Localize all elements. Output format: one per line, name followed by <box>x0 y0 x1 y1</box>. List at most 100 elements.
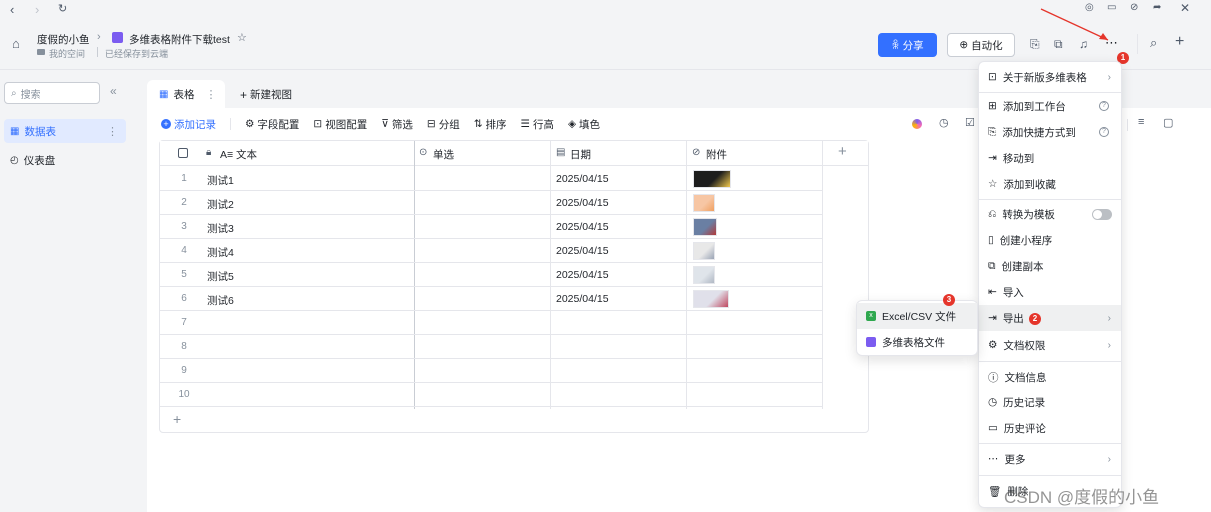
text-cell[interactable]: 测试3 <box>207 221 234 236</box>
sidebar-item-dashboard[interactable]: ◴ 仪表盘 <box>4 149 126 171</box>
history-icon[interactable]: ◷ <box>939 116 949 129</box>
column-header-date[interactable]: 日期 <box>570 147 591 162</box>
share-arrow-icon[interactable]: ➦ <box>1153 2 1161 13</box>
view-config-icon: ⊡ <box>313 118 323 130</box>
attachment-thumbnail[interactable] <box>693 218 717 236</box>
date-cell[interactable]: 2025/04/15 <box>556 245 609 257</box>
fill-color-button[interactable]: ◈ 填色 <box>568 117 600 132</box>
filter-icon: ⊽ <box>381 118 389 130</box>
user-share-icon: ꆜ <box>891 40 900 52</box>
date-cell[interactable]: 2025/04/15 <box>556 173 609 185</box>
new-view-button[interactable]: + 新建视图 <box>240 87 292 102</box>
menu-item-add-shortcut[interactable]: ⎘ 添加快捷方式到? <box>979 119 1121 145</box>
doc-title[interactable]: 多维表格附件下载test <box>129 32 230 47</box>
add-icon[interactable]: + <box>1175 33 1184 51</box>
menu-item-history[interactable]: ◷ 历史记录 <box>979 389 1121 415</box>
table-row[interactable]: 1 测试1 2025/04/15 <box>160 167 823 191</box>
table-row[interactable]: 10 <box>160 383 823 407</box>
export-bitable-file[interactable]: 多维表格文件 <box>857 329 977 355</box>
divider <box>1137 34 1138 54</box>
sidebar-item-datatable[interactable]: ▦ 数据表 ⋮ <box>4 119 126 143</box>
attachment-thumbnail[interactable] <box>693 170 731 188</box>
column-header-attachment[interactable]: 附件 <box>706 147 727 162</box>
attachment-thumbnail[interactable] <box>693 194 715 212</box>
date-cell[interactable]: 2025/04/15 <box>556 269 609 281</box>
share-button[interactable]: ꆜ 分享 <box>878 33 937 57</box>
menu-item-move[interactable]: ⇥ 移动到 <box>979 145 1121 171</box>
menu-item-permission[interactable]: ⚙ 文档权限 › <box>979 332 1121 358</box>
row-height-button[interactable]: ☰ 行高 <box>521 117 554 132</box>
menu-item-to-template[interactable]: ⎌ 转换为模板 <box>979 201 1121 227</box>
close-icon[interactable]: ✕ <box>1180 1 1190 15</box>
field-config-button[interactable]: ⚙ 字段配置 <box>245 117 299 132</box>
breadcrumb-user[interactable]: 度假的小鱼 <box>37 32 90 47</box>
filter-button[interactable]: ⊽ 筛选 <box>381 117 413 132</box>
column-header-text[interactable]: A≡ 文本 <box>220 147 257 162</box>
chevron-right-icon: › <box>1107 339 1111 351</box>
star-icon: ☆ <box>988 178 998 190</box>
column-header-select[interactable]: 单选 <box>433 147 454 162</box>
table-row[interactable]: 9 <box>160 359 823 383</box>
star-icon[interactable]: ☆ <box>237 31 247 44</box>
add-column-icon[interactable]: + <box>838 143 847 160</box>
attachment-thumbnail[interactable] <box>693 242 715 260</box>
menu-item-add-workbench[interactable]: ⊞ 添加到工作台? <box>979 93 1121 119</box>
space-label[interactable]: 我的空间 <box>49 47 85 60</box>
menu-item-about[interactable]: ⊡ 关于新版多维表格 › <box>979 64 1121 90</box>
link-icon[interactable]: ⊘ <box>1130 2 1138 13</box>
tab-menu-icon[interactable]: ⋮ <box>205 88 216 101</box>
menu-item-mini-program[interactable]: ▯ 创建小程序 <box>979 227 1121 253</box>
forward-icon[interactable]: › <box>35 2 39 17</box>
tab-table[interactable]: ▦ 表格 ⋮ <box>147 80 225 108</box>
home-icon[interactable]: ⌂ <box>12 36 20 51</box>
table-row[interactable]: 5 测试5 2025/04/15 <box>160 263 823 287</box>
text-cell[interactable]: 测试4 <box>207 245 234 260</box>
table-row[interactable]: 2 测试2 2025/04/15 <box>160 191 823 215</box>
back-icon[interactable]: ‹ <box>10 2 14 17</box>
date-cell[interactable]: 2025/04/15 <box>556 221 609 233</box>
menu-item-export[interactable]: ⇥ 导出 › <box>979 305 1121 331</box>
table-row[interactable]: 4 测试4 2025/04/15 <box>160 239 823 263</box>
text-cell[interactable]: 测试2 <box>207 197 234 212</box>
text-cell[interactable]: 测试6 <box>207 293 234 308</box>
menu-item-copy[interactable]: ⧉ 创建副本 <box>979 253 1121 279</box>
checkbox-icon[interactable]: ☑ <box>965 116 975 129</box>
collapse-icon[interactable]: « <box>110 84 117 98</box>
date-cell[interactable]: 2025/04/15 <box>556 197 609 209</box>
folder-icon <box>37 49 45 55</box>
message-icon[interactable]: ▢ <box>1163 116 1173 129</box>
attachment-thumbnail[interactable] <box>693 266 715 284</box>
table-row[interactable]: 7 <box>160 311 823 335</box>
menu-item-favorite[interactable]: ☆ 添加到收藏 <box>979 171 1121 197</box>
table-row[interactable]: 6 测试6 2025/04/15 <box>160 287 823 311</box>
sort-button[interactable]: ⇅ 排序 <box>474 117 507 132</box>
group-button[interactable]: ⊟ 分组 <box>427 117 460 132</box>
automation-button[interactable]: ⊕ 自动化 <box>947 33 1015 57</box>
menu-item-more[interactable]: ⋯ 更多 › <box>979 446 1121 472</box>
list-icon[interactable]: ≡ <box>1138 116 1144 128</box>
table-row[interactable]: 8 <box>160 335 823 359</box>
template-toggle[interactable] <box>1092 208 1112 220</box>
view-config-button[interactable]: ⊡ 视图配置 <box>313 117 367 132</box>
refresh-icon[interactable]: ↻ <box>58 2 67 15</box>
date-cell[interactable]: 2025/04/15 <box>556 293 609 305</box>
export-excel-csv[interactable]: x Excel/CSV 文件 <box>857 303 977 329</box>
text-cell[interactable]: 测试1 <box>207 173 234 188</box>
table-row[interactable]: 3 测试3 2025/04/15 <box>160 215 823 239</box>
row-height-icon: ☰ <box>520 118 530 130</box>
add-record-button[interactable]: + 添加记录 <box>161 117 216 132</box>
chevron-right-icon: › <box>1107 71 1111 83</box>
search-input[interactable]: ⌕ 搜索 <box>4 82 100 104</box>
text-cell[interactable]: 测试5 <box>207 269 234 284</box>
info-box-icon: ⊡ <box>988 71 997 83</box>
menu-item-import[interactable]: ⇤ 导入 <box>979 279 1121 305</box>
search-icon[interactable]: ⌕ <box>1150 35 1157 51</box>
menu-item-doc-info[interactable]: ⓘ 文档信息 <box>979 364 1121 390</box>
drag-handle-icon[interactable]: ⋮ <box>107 125 118 138</box>
ai-icon[interactable] <box>912 119 922 129</box>
divider <box>979 361 1121 362</box>
add-row-icon[interactable]: + <box>173 411 181 427</box>
menu-item-history-comments[interactable]: ▭ 历史评论 <box>979 415 1121 441</box>
select-all-checkbox[interactable] <box>178 148 188 158</box>
attachment-thumbnail[interactable] <box>693 290 729 308</box>
